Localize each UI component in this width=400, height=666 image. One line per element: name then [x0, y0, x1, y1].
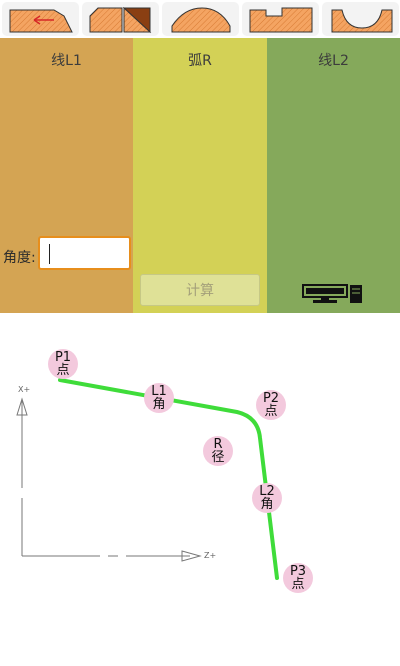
angle-label: 角度:: [3, 250, 36, 266]
point-p1-marker[interactable]: P1 点: [48, 349, 78, 379]
point-p1-sub: 点: [56, 363, 70, 378]
panel-title-l2: 线L2: [318, 53, 349, 69]
chamfer-double-icon: [89, 6, 152, 34]
chamfer-back-arrow-icon: [9, 9, 73, 33]
point-p2-sub: 点: [264, 404, 278, 419]
tool-step-notch[interactable]: [242, 2, 319, 36]
panel-line-l2: 线L2: [267, 38, 400, 313]
tool-chamfer-back[interactable]: [2, 2, 79, 36]
arc-radius-marker[interactable]: R 径: [203, 436, 233, 466]
line-l1-angle-marker[interactable]: L1 角: [144, 383, 174, 413]
point-p3-sub: 点: [291, 577, 305, 592]
line-l1-sub: 角: [152, 397, 166, 412]
panel-arc-r: 弧R 计算: [133, 38, 267, 313]
panel-title-l1: 线L1: [51, 53, 82, 69]
line-l2-sub: 角: [260, 497, 274, 512]
diagram-area: X+ Z+ P1 点 L1 角 P2 点 R 径 L2 角 P3 点: [0, 313, 400, 666]
arc-radius-sub: 径: [211, 450, 225, 465]
point-p3-marker[interactable]: P3 点: [283, 563, 313, 593]
point-p2-marker[interactable]: P2 点: [256, 390, 286, 420]
shape-toolbar: [0, 0, 400, 38]
panel-line-l1: 线L1 角度:: [0, 38, 133, 313]
tool-arc-convex[interactable]: [162, 2, 239, 36]
angle-input[interactable]: [38, 236, 131, 270]
x-axis-label: X+: [18, 385, 31, 394]
calculate-button[interactable]: 计算: [140, 274, 260, 306]
line-l2-angle-marker[interactable]: L2 角: [252, 483, 282, 513]
arc-concave-icon: [331, 9, 393, 33]
tool-arc-concave[interactable]: [322, 2, 399, 36]
step-notch-icon: [249, 7, 313, 33]
arc-convex-icon: [171, 7, 231, 33]
panel-title-r: 弧R: [188, 53, 212, 69]
tool-chamfer-double[interactable]: [82, 2, 159, 36]
computer-monitor-icon[interactable]: [302, 284, 364, 304]
z-axis-label: Z+: [204, 551, 217, 560]
text-caret: [49, 244, 50, 264]
